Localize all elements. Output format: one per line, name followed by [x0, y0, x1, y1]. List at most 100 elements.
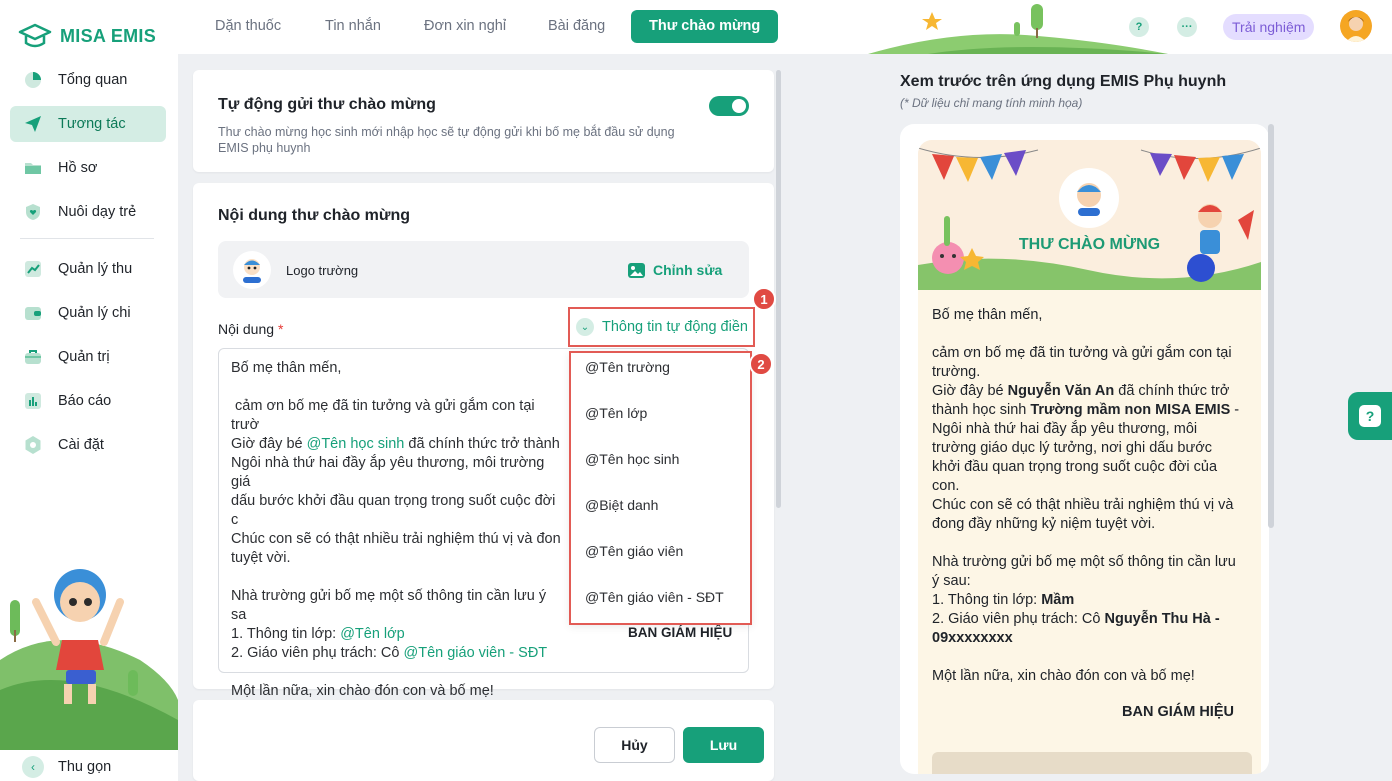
sidebar-item-label: Hồ sơ [58, 160, 98, 176]
sidebar-item-interaction[interactable]: Tương tác [10, 106, 166, 142]
auto-send-card: Tự động gửi thư chào mừng Thư chào mừng … [193, 70, 774, 172]
folder-icon [25, 163, 41, 174]
sidebar-item-admin[interactable]: Quản trị [10, 339, 166, 375]
content-field-label: Nội dung * [218, 321, 283, 337]
sidebar-item-label: Báo cáo [58, 393, 112, 409]
dropdown-option-teacher[interactable]: @Tên giáo viên [571, 537, 750, 583]
avatar-icon [1340, 10, 1372, 42]
sidebar-item-label: Nuôi dạy trẻ [58, 204, 137, 220]
sidebar-item-expenses[interactable]: Quản lý chi [10, 295, 166, 331]
dropdown-option-teacher-phone[interactable]: @Tên giáo viên - SĐT [571, 583, 750, 629]
sidebar-item-settings[interactable]: Cài đặt [10, 427, 166, 463]
dropdown-option-class[interactable]: @Tên lớp [571, 399, 750, 445]
dropdown-option-school[interactable]: @Tên trường [571, 353, 750, 399]
preview-title: Xem trước trên ứng dụng EMIS Phụ huynh [900, 73, 1227, 90]
trend-chart-icon [25, 261, 41, 277]
tag-class-name: @Tên lớp [340, 626, 405, 642]
main-scrollbar[interactable] [776, 70, 781, 508]
footer-actions: Hủy Lưu [193, 700, 774, 781]
auto-fill-label: Thông tin tự động điền [602, 319, 748, 335]
topbar: Dặn thuốc Tin nhắn Đơn xin nghỉ Bài đăng… [178, 0, 1392, 54]
question-icon: ? [1359, 405, 1381, 427]
auto-fill-dropdown-toggle[interactable]: ⌄ Thông tin tự động điền [568, 307, 755, 347]
sidebar-item-nurturing[interactable]: Nuôi dạy trẻ [10, 194, 166, 230]
preview-student-name: Nguyễn Văn An [1007, 383, 1115, 399]
cancel-button[interactable]: Hủy [594, 727, 675, 763]
edit-logo-button[interactable]: Chỉnh sửa [628, 262, 722, 278]
wallet-icon [25, 307, 41, 320]
step-badge-1: 1 [752, 287, 776, 311]
help-icon[interactable]: ? [1129, 17, 1149, 37]
sidebar-item-label: Quản trị [58, 349, 110, 365]
bar-chart-icon [25, 393, 41, 409]
auto-send-toggle[interactable] [709, 96, 749, 116]
auto-send-description: Thư chào mừng học sinh mới nhập học sẽ t… [218, 125, 675, 155]
tag-teacher-phone: @Tên giáo viên - SĐT [403, 645, 548, 661]
preview-school-name: Trường mầm non MISA EMIS [1030, 402, 1231, 418]
preview-letter: THƯ CHÀO MỪNG Bố mẹ thân mến, cảm ơn bố … [918, 140, 1261, 774]
tab-messages[interactable]: Tin nhắn [307, 10, 399, 43]
editor-line5: Chúc con sẽ có thật nhiều trải nghiệm th… [231, 531, 561, 547]
auto-fill-dropdown: @Tên trường @Tên lớp @Tên học sinh @Biệt… [569, 351, 752, 625]
preview-line1: cảm ơn bố mẹ đã tin tưởng và gửi gắm con… [932, 345, 1232, 380]
editor-greeting: Bố mẹ thân mến, [231, 360, 342, 376]
dropdown-option-student[interactable]: @Tên học sinh [571, 445, 750, 491]
floating-help-button[interactable]: ? [1348, 392, 1392, 440]
app-logo[interactable]: MISA EMIS [18, 22, 156, 50]
preview-closing: Một lần nữa, xin chào đón con và bố mẹ! [932, 668, 1195, 684]
editor-line2a: Giờ đây bé [231, 436, 307, 452]
send-icon [25, 116, 41, 132]
editor-closing: Một lần nữa, xin chào đón con và bố mẹ! [231, 683, 494, 699]
preview-line4: Chúc con sẽ có thật nhiều trải nghiệm th… [932, 497, 1234, 532]
preview-info1: 1. Thông tin lớp: [932, 592, 1042, 608]
collapse-sidebar-button[interactable]: ‹ Thu gọn [22, 756, 111, 778]
tag-student-name: @Tên học sinh [306, 436, 405, 452]
sidebar: MISA EMIS Tổng quan Tương tác Hồ sơ Nuôi… [0, 0, 178, 781]
welcome-banner [918, 140, 1261, 290]
sidebar-item-records[interactable]: Hồ sơ [10, 150, 166, 186]
chevron-down-icon: ⌄ [576, 318, 594, 336]
content-title: Nội dung thư chào mừng [218, 207, 411, 224]
tab-leave-requests[interactable]: Đơn xin nghỉ [406, 10, 524, 43]
tab-posts[interactable]: Bài đăng [530, 10, 623, 43]
preview-line5: Nhà trường gửi bố mẹ một số thông tin cầ… [932, 554, 1236, 589]
topbar-decoration [868, 4, 1168, 54]
editor-text[interactable]: Bố mẹ thân mến, cảm ơn bố mẹ đã tin tưởn… [231, 359, 561, 701]
editor-info1: 1. Thông tin lớp: [231, 626, 341, 642]
logo-label: Logo trường [286, 263, 359, 278]
school-logo-row: Logo trường Chỉnh sửa [218, 241, 749, 298]
tab-medicine[interactable]: Dặn thuốc [197, 10, 299, 43]
editor-line3: Ngôi nhà thứ hai đầy ắp yêu thương, môi … [231, 455, 545, 490]
preview-letter-body: Bố mẹ thân mến, cảm ơn bố mẹ đã tin tưởn… [932, 306, 1240, 686]
sidebar-item-reports[interactable]: Báo cáo [10, 383, 166, 419]
preview-info2: 2. Giáo viên phụ trách: Cô [932, 611, 1105, 627]
gear-icon [25, 436, 41, 454]
preview-line2a: Giờ đây bé [932, 383, 1008, 399]
chevron-left-icon: ‹ [22, 756, 44, 778]
preview-signature: BAN GIÁM HIỆU [1122, 704, 1234, 720]
sidebar-divider [20, 238, 154, 239]
misa-logo-icon [18, 23, 52, 48]
sidebar-item-label: Cài đặt [58, 437, 104, 453]
avatar[interactable] [1340, 10, 1372, 42]
content-field-text: Nội dung [218, 321, 275, 337]
auto-send-title: Tự động gửi thư chào mừng [218, 96, 436, 113]
sidebar-nav: Tổng quan Tương tác Hồ sơ Nuôi dạy trẻ Q… [10, 62, 166, 471]
tab-welcome-letter[interactable]: Thư chào mừng [631, 10, 779, 43]
sidebar-item-overview[interactable]: Tổng quan [10, 62, 166, 98]
more-icon[interactable]: ··· [1177, 17, 1197, 37]
editor-info2: 2. Giáo viên phụ trách: Cô [231, 645, 404, 661]
editor-line2b: đã chính thức trở thành [404, 436, 560, 452]
save-button[interactable]: Lưu [683, 727, 764, 763]
editor-line4: dấu bước khởi đầu quan trọng trong suốt … [231, 493, 556, 528]
dropdown-option-nickname[interactable]: @Biệt danh [571, 491, 750, 537]
sidebar-item-revenue[interactable]: Quản lý thu [10, 251, 166, 287]
trial-button[interactable]: Trải nghiệm [1223, 14, 1315, 40]
preview-scrollbar[interactable] [1268, 124, 1274, 528]
preview-greeting: Bố mẹ thân mến, [932, 307, 1043, 323]
sidebar-illustration [0, 569, 178, 750]
editor-line1: cảm ơn bố mẹ đã tin tưởng và gửi gắm con… [231, 398, 535, 433]
sidebar-item-label: Quản lý chi [58, 305, 131, 321]
required-mark: * [277, 321, 284, 337]
sidebar-item-label: Tương tác [58, 116, 126, 132]
